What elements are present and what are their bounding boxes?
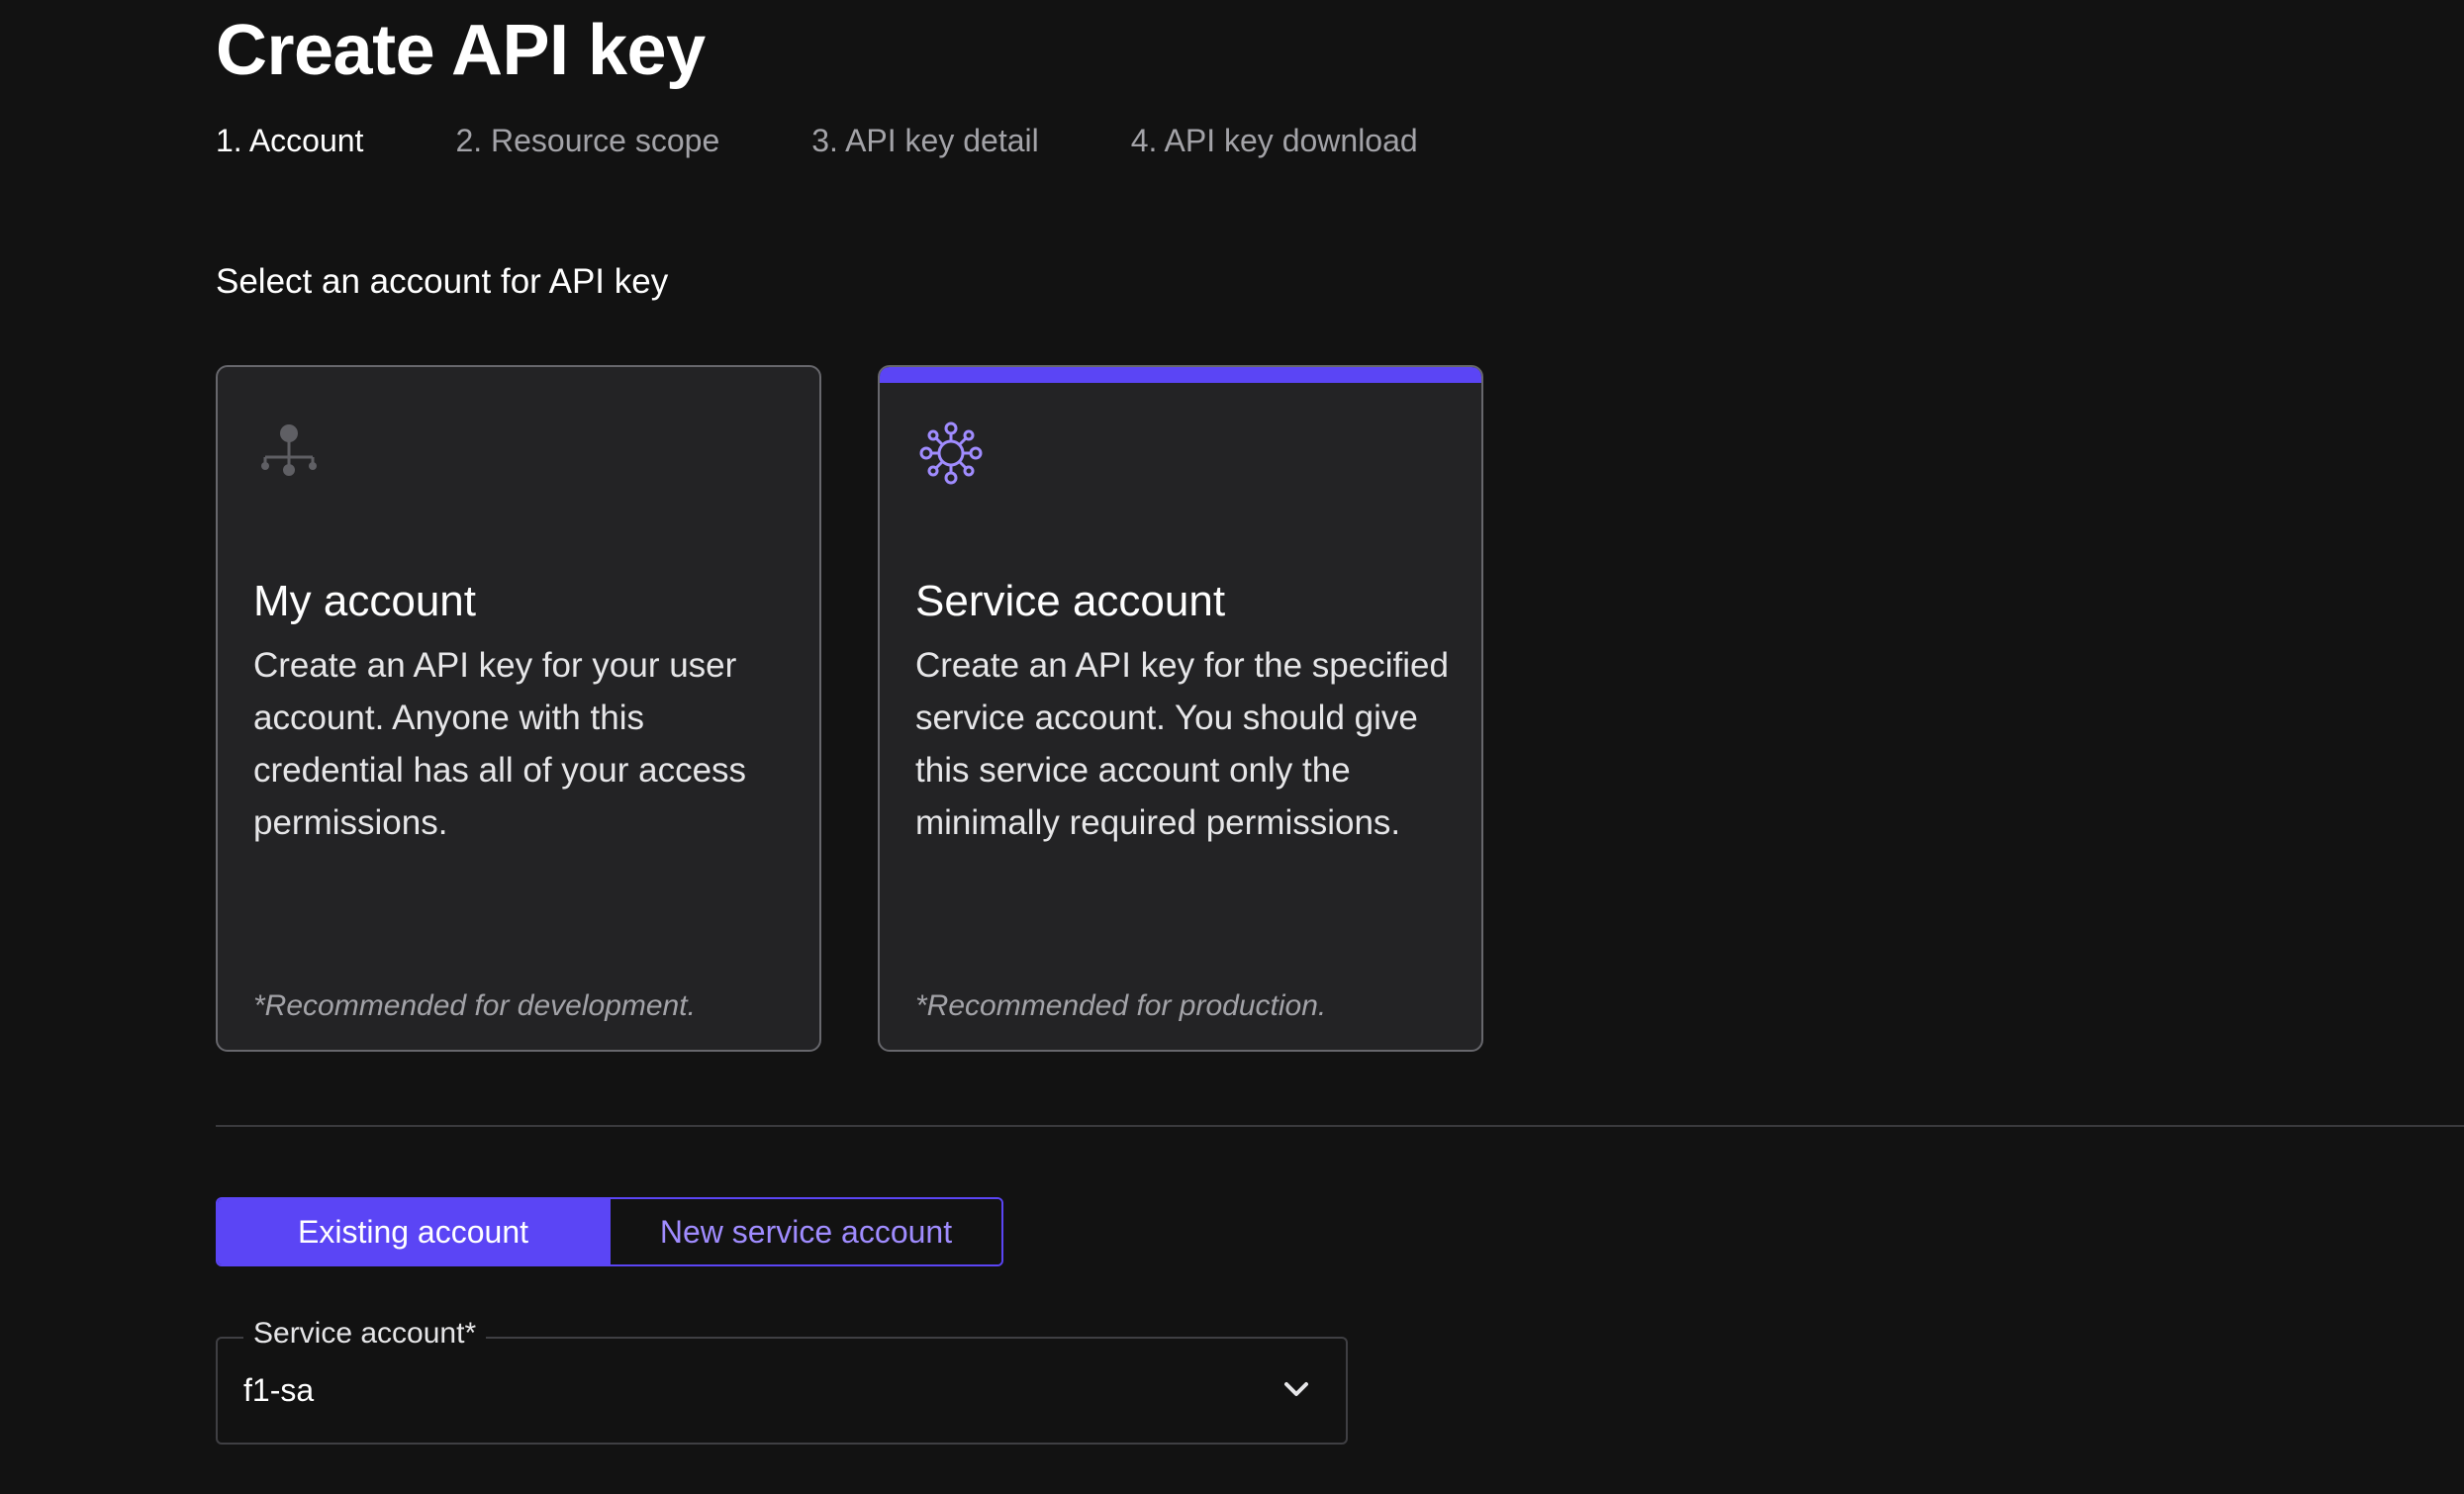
chevron-down-icon[interactable] (1277, 1370, 1316, 1410)
existing-account-button[interactable]: Existing account (218, 1199, 609, 1264)
service-account-title: Service account (915, 577, 1226, 625)
step-api-key-download[interactable]: 4. API key download (1131, 123, 1418, 159)
selected-card-accent (880, 367, 1481, 383)
service-network-icon (919, 421, 983, 485)
service-account-note: *Recommended for production. (915, 989, 1327, 1022)
service-account-card[interactable]: Service account Create an API key for th… (878, 365, 1483, 1052)
service-account-description: Create an API key for the specified serv… (915, 646, 1449, 842)
step-account[interactable]: 1. Account (216, 123, 363, 159)
section-heading: Select an account for API key (216, 262, 669, 301)
account-type-toggle: Existing account New service account (216, 1197, 1003, 1266)
my-account-card[interactable]: My account Create an API key for your us… (216, 365, 821, 1052)
step-resource-scope[interactable]: 2. Resource scope (455, 123, 719, 159)
page-title: Create API key (216, 11, 706, 90)
service-account-label: Service account* (243, 1312, 487, 1355)
my-account-title: My account (253, 577, 476, 625)
section-divider (216, 1125, 2464, 1127)
stepper: 1. Account 2. Resource scope 3. API key … (216, 117, 1510, 164)
my-account-description: Create an API key for your user account.… (253, 646, 747, 842)
new-service-account-button[interactable]: New service account (609, 1199, 1001, 1264)
step-api-key-detail[interactable]: 3. API key detail (811, 123, 1038, 159)
my-account-note: *Recommended for development. (253, 989, 696, 1022)
org-tree-icon (261, 424, 317, 476)
service-account-select[interactable]: Service account* f1-sa (216, 1312, 1348, 1445)
service-account-value: f1-sa (243, 1372, 315, 1408)
